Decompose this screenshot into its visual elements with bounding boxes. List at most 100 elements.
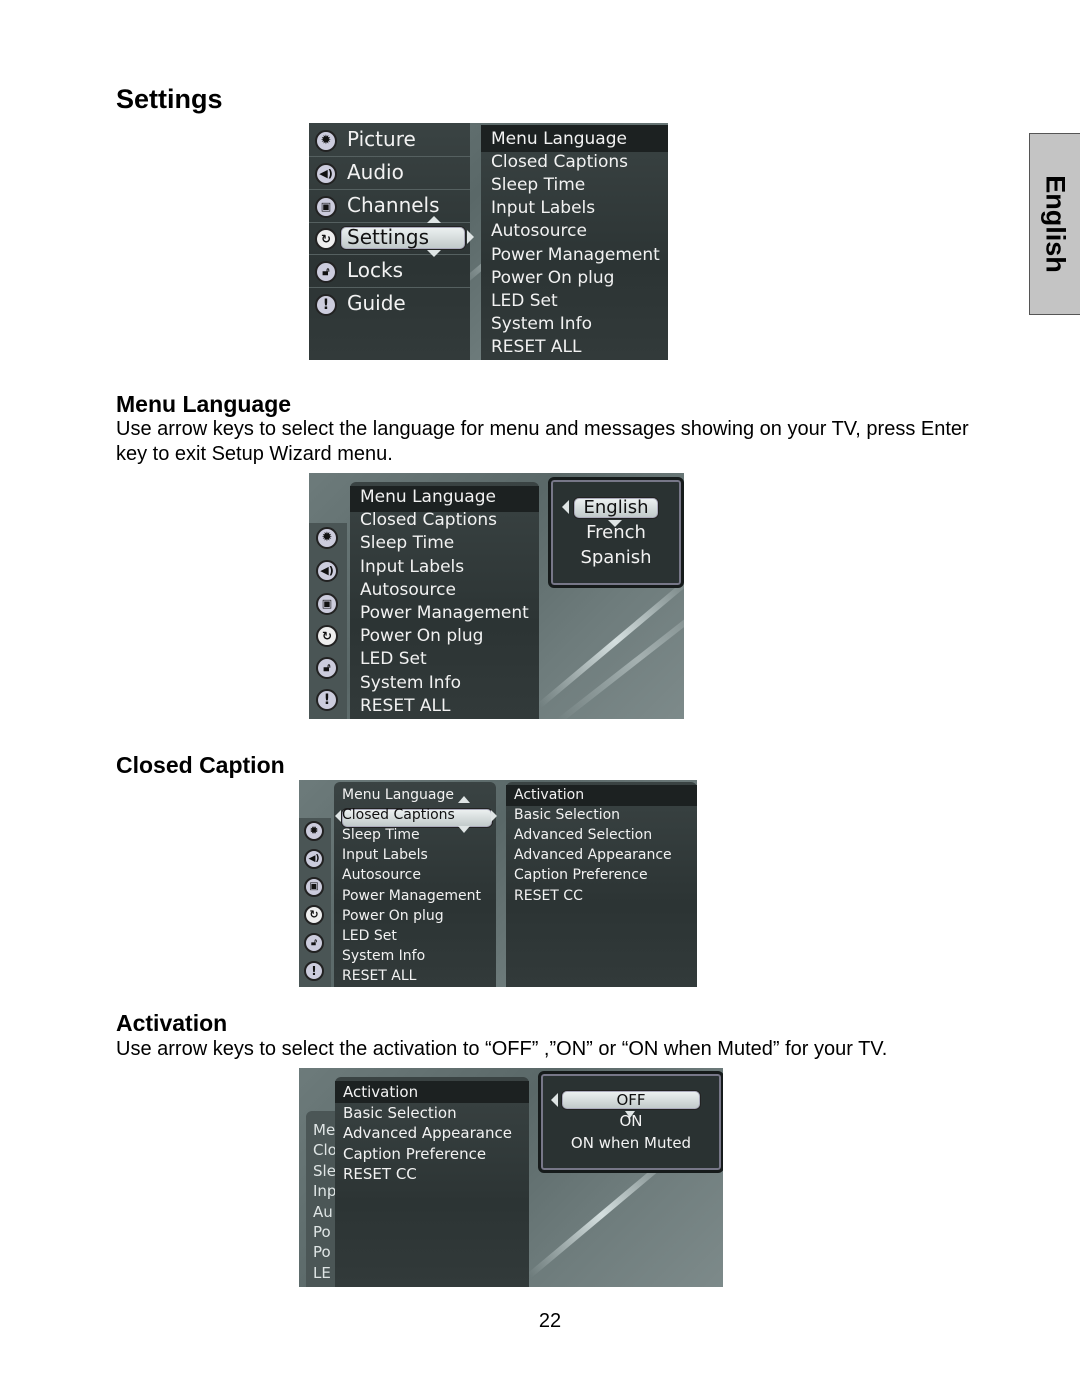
side-tab-label: English <box>1040 175 1071 273</box>
settings-menu-item-1[interactable]: Closed Captions <box>360 510 539 530</box>
cc-submenu-panel: Activation Basic Selection Advanced Select… <box>506 782 697 987</box>
section-heading-activation: Activation <box>116 1010 228 1036</box>
cc-menu-item-4[interactable]: Caption Preference <box>514 867 697 883</box>
locks-icon: 🔓︎ <box>304 933 324 953</box>
section-heading-closed-caption: Closed Caption <box>116 752 285 778</box>
settings-icon: ↻ <box>304 905 324 925</box>
guide-icon: ! <box>315 294 337 316</box>
settings-menu-item-0[interactable]: Menu Language <box>491 129 668 149</box>
channels-icon: ▣ <box>316 593 338 615</box>
settings-menu-item-6[interactable]: Power On plug <box>342 908 496 924</box>
settings-menu-item-9[interactable]: RESET ALL <box>491 337 668 357</box>
settings-menu-item-3[interactable]: Input Labels <box>491 198 668 218</box>
page-title: Settings <box>116 84 223 114</box>
settings-menu-item-0[interactable]: Menu Language <box>360 487 539 507</box>
submenu-arrow-right[interactable] <box>467 230 474 244</box>
settings-menu-item-4[interactable]: Autosource <box>360 580 539 600</box>
main-menu-item-picture[interactable]: ✹ Picture <box>309 127 470 155</box>
cc-menu-item-2[interactable]: Advanced Appearance <box>343 1124 529 1142</box>
language-option-french[interactable]: French <box>551 522 681 543</box>
screenshot-menu-language: ✹ ◀) ▣ ↻ 🔓︎ ! Menu Language Closed Captio… <box>309 473 684 719</box>
picture-icon: ✹ <box>315 130 337 152</box>
settings-menu-item-8[interactable]: System Info <box>360 673 539 693</box>
settings-menu-item-3[interactable]: Input Labels <box>360 557 539 577</box>
settings-menu-item-2[interactable]: Sleep Time <box>491 175 668 195</box>
cc-menu-item-3[interactable]: Advanced Appearance <box>514 847 697 863</box>
main-menu-item-locks[interactable]: 🔓︎ Locks <box>309 258 470 286</box>
audio-icon: ◀) <box>304 849 324 869</box>
locks-icon: 🔓︎ <box>316 657 338 679</box>
settings-menu-item-5[interactable]: Power Management <box>360 603 539 623</box>
icon-rail: ✹ ◀) ▣ ↻ 🔓︎ ! <box>299 818 331 987</box>
section-body-activation: Use arrow keys to select the activation … <box>116 1038 888 1060</box>
settings-menu-item-4[interactable]: Autosource <box>491 221 668 241</box>
cc-menu-item-0[interactable]: Activation <box>514 787 697 803</box>
icon-rail: ✹ ◀) ▣ ↻ 🔓︎ ! <box>309 523 347 719</box>
settings-menu-item-6[interactable]: Power On plug <box>360 626 539 646</box>
audio-icon: ◀) <box>315 163 337 185</box>
settings-menu-item-8[interactable]: System Info <box>342 948 496 964</box>
scroll-up-arrow[interactable] <box>427 216 441 223</box>
language-option-english[interactable]: English <box>573 497 659 519</box>
cc-menu-item-2[interactable]: Advanced Selection <box>514 827 697 843</box>
cc-menu-item-0[interactable]: Activation <box>343 1083 529 1101</box>
scroll-down-arrow[interactable] <box>458 826 470 833</box>
settings-submenu-panel: Menu Language Closed Captions Sleep Time In… <box>334 782 497 987</box>
option-left-arrow[interactable] <box>551 1093 558 1107</box>
screenshot-settings-menu: ✹ Picture ◀) Audio ▣ Channels ↻ Settings… <box>309 123 668 360</box>
activation-option-on-when-muted[interactable]: ON when Muted <box>541 1134 721 1152</box>
section-heading-menu-language: Menu Language <box>116 391 292 417</box>
settings-menu-item-7[interactable]: LED Set <box>342 928 496 944</box>
picture-icon: ✹ <box>316 527 338 549</box>
picture-icon: ✹ <box>304 821 324 841</box>
scroll-down-arrow[interactable] <box>427 250 441 257</box>
settings-menu-item-5[interactable]: Power Management <box>342 888 496 904</box>
guide-icon: ! <box>316 689 338 711</box>
activation-popup: OFF ON ON when Muted <box>538 1071 723 1173</box>
settings-submenu-panel: Menu Language Closed Captions Sleep Time In… <box>481 125 668 360</box>
option-left-arrow[interactable] <box>335 810 341 822</box>
guide-icon: ! <box>304 961 324 981</box>
settings-icon: ↻ <box>315 228 337 250</box>
channels-icon: ▣ <box>315 196 337 218</box>
option-left-arrow[interactable] <box>562 500 569 514</box>
activation-option-on[interactable]: ON <box>541 1112 721 1130</box>
settings-menu-item-1[interactable]: Closed Captions <box>491 152 668 172</box>
scroll-up-arrow[interactable] <box>458 796 470 803</box>
settings-menu-item-9[interactable]: RESET ALL <box>342 968 496 984</box>
settings-menu-item-6[interactable]: Power On plug <box>491 268 668 288</box>
activation-option-off[interactable]: OFF <box>561 1090 701 1110</box>
cc-menu-item-3[interactable]: Caption Preference <box>343 1145 529 1163</box>
main-menu-item-audio[interactable]: ◀) Audio <box>309 160 470 188</box>
settings-menu-item-2[interactable]: Sleep Time <box>360 533 539 553</box>
screenshot-activation: MeCloSleInpAuPoPoLEut Labelstosourcewer … <box>299 1068 723 1287</box>
cc-menu-item-5[interactable]: RESET CC <box>514 888 697 904</box>
settings-menu-item-3[interactable]: Input Labels <box>342 847 496 863</box>
cc-submenu-panel: Activation Basic Selection Advanced Appear… <box>335 1077 529 1287</box>
cc-menu-item-1[interactable]: Basic Selection <box>514 807 697 823</box>
settings-submenu-panel: Menu Language Closed Captions Sleep Time In… <box>350 482 539 719</box>
audio-icon: ◀) <box>316 560 338 582</box>
main-menu-item-guide[interactable]: ! Guide <box>309 291 470 319</box>
main-menu-panel: ✹ Picture ◀) Audio ▣ Channels ↻ Settings… <box>309 123 474 360</box>
settings-menu-item-0[interactable]: Menu Language <box>342 787 496 803</box>
settings-menu-item-4[interactable]: Autosource <box>342 867 496 883</box>
settings-menu-item-5[interactable]: Power Management <box>491 245 668 265</box>
page-number: 22 <box>538 1310 562 1332</box>
settings-icon: ↻ <box>316 625 338 647</box>
language-side-tab: English <box>1029 133 1080 315</box>
settings-menu-item-9[interactable]: RESET ALL <box>360 696 539 716</box>
cc-menu-item-1[interactable]: Basic Selection <box>343 1104 529 1122</box>
main-menu-item-channels[interactable]: ▣ Channels <box>309 193 470 221</box>
settings-menu-item-2[interactable]: Sleep Time <box>342 827 496 843</box>
settings-menu-item-8[interactable]: System Info <box>491 314 668 334</box>
cc-menu-item-4[interactable]: RESET CC <box>343 1165 529 1183</box>
settings-menu-item-7[interactable]: LED Set <box>360 649 539 669</box>
language-popup: English French Spanish <box>548 477 684 588</box>
settings-menu-item-7[interactable]: LED Set <box>491 291 668 311</box>
settings-menu-item-1[interactable]: Closed Captions <box>342 807 496 823</box>
main-menu-item-settings[interactable]: ↻ Settings <box>309 216 474 257</box>
language-option-spanish[interactable]: Spanish <box>551 547 681 568</box>
locks-icon: 🔓︎ <box>315 261 337 283</box>
channels-icon: ▣ <box>304 877 324 897</box>
